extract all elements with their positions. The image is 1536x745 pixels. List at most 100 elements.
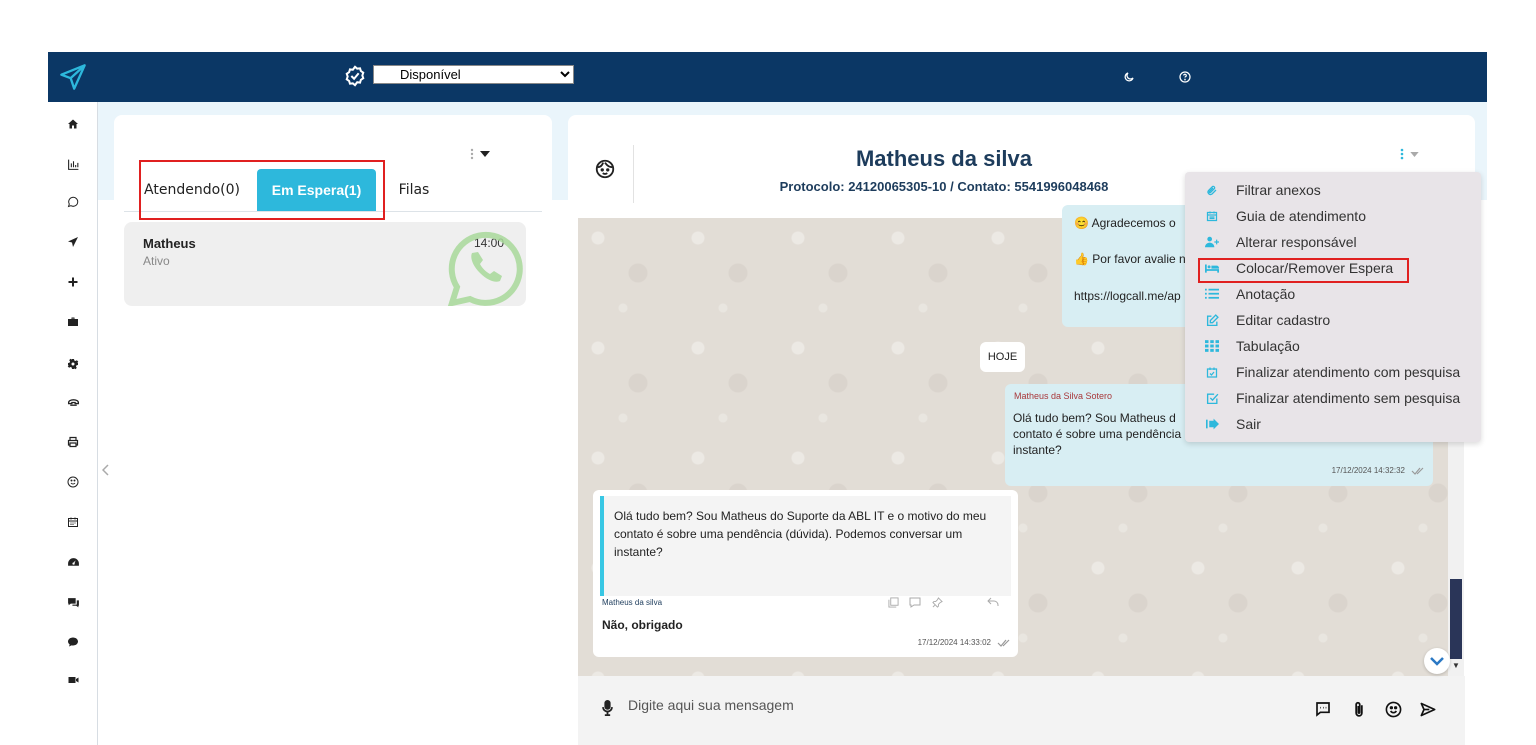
message-line: 😊 Agradecemos o <box>1074 216 1176 230</box>
quoted-message[interactable]: Olá tudo bem? Sou Matheus do Suporte da … <box>600 496 1011 596</box>
menu-item-sair[interactable]: Sair <box>1185 411 1481 437</box>
menu-item-colocar-remover-espera[interactable]: Colocar/Remover Espera <box>1185 255 1481 281</box>
message-square-icon <box>1316 702 1330 717</box>
message-actions <box>887 596 943 608</box>
calendar-icon <box>68 517 78 527</box>
menu-item-label: Editar cadastro <box>1236 312 1331 328</box>
check-square-icon <box>1205 391 1219 405</box>
comment-icon <box>909 597 921 608</box>
paperclip-icon <box>1355 701 1363 717</box>
messages-scrollbar-thumb[interactable] <box>1450 579 1462 659</box>
vertical-dots-icon <box>1400 148 1404 160</box>
menu-item-label: Guia de atendimento <box>1236 208 1366 224</box>
menu-item-guia-atendimento[interactable]: Guia de atendimento <box>1185 203 1481 229</box>
message-sender: Matheus da Silva Sotero <box>1014 391 1113 401</box>
chat-list-menu-button[interactable] <box>470 145 500 163</box>
message-sender: Matheus da silva <box>602 598 663 607</box>
emoji-smile-icon: 😊 <box>1074 216 1089 230</box>
message-timestamp: 17/12/2024 14:33:02 <box>918 638 1011 647</box>
whatsapp-icon <box>67 196 79 208</box>
quick-replies-button[interactable] <box>1313 699 1333 719</box>
list-icon <box>1205 287 1219 301</box>
moon-icon <box>1124 72 1134 82</box>
menu-item-filtrar-anexos[interactable]: Filtrar anexos <box>1185 177 1481 203</box>
help-button[interactable] <box>1175 67 1195 87</box>
contact-name: Matheus da silva <box>855 146 1033 171</box>
sidebar-item-campaigns[interactable] <box>48 230 98 254</box>
scroll-to-bottom-button[interactable] <box>1424 648 1450 674</box>
tab-filas[interactable]: Filas <box>398 169 430 211</box>
sidebar-item-whatsapp[interactable] <box>48 190 98 214</box>
sidebar <box>48 102 98 745</box>
attach-file-button[interactable] <box>1349 699 1369 719</box>
comment-button[interactable] <box>909 596 921 608</box>
sidebar-item-add[interactable] <box>48 270 98 294</box>
sidebar-item-chat[interactable] <box>48 630 98 654</box>
status-select[interactable]: Disponível <box>373 65 574 84</box>
dark-mode-button[interactable] <box>1119 67 1139 87</box>
menu-item-tabulacao[interactable]: Tabulação <box>1185 333 1481 359</box>
tab-em-espera[interactable]: Em Espera(1) <box>257 169 376 211</box>
sign-out-icon <box>1205 417 1219 431</box>
record-audio-button[interactable] <box>599 698 615 718</box>
message-timestamp: 17/12/2024 14:32:32 <box>1332 466 1425 475</box>
sidebar-item-print[interactable] <box>48 430 98 454</box>
menu-item-label: Sair <box>1236 416 1261 432</box>
reply-button[interactable] <box>987 596 999 608</box>
message-link[interactable]: https://logcall.me/ap <box>1074 289 1181 303</box>
menu-item-label: Finalizar atendimento sem pesquisa <box>1236 390 1461 406</box>
pin-button[interactable] <box>931 596 943 608</box>
grid-icon <box>1205 339 1219 353</box>
thumbs-up-icon: 👍 <box>1074 252 1089 266</box>
sidebar-item-video[interactable] <box>48 668 98 692</box>
bed-icon <box>1205 261 1219 275</box>
edit-icon <box>1205 313 1219 327</box>
message-line: 👍 Por favor avalie n <box>1074 252 1186 266</box>
message-bubble-incoming: Olá tudo bem? Sou Matheus do Suporte da … <box>593 490 1018 657</box>
message-text: Por favor avalie n <box>1092 252 1186 266</box>
menu-item-label: Filtrar anexos <box>1236 182 1321 198</box>
message-input[interactable] <box>628 690 1278 720</box>
sidebar-item-settings[interactable] <box>48 352 98 376</box>
contact-avatar-icon[interactable] <box>594 158 616 180</box>
sidebar-item-conversations[interactable] <box>48 590 98 614</box>
sidebar-item-dashboard[interactable] <box>48 550 98 574</box>
sidebar-item-reports[interactable] <box>48 152 98 176</box>
chevron-left-icon <box>102 464 109 476</box>
copy-icon <box>887 596 899 608</box>
protocol-line: Protocolo: 24120065305-10 / Contato: 554… <box>779 179 1109 194</box>
menu-item-label: Finalizar atendimento com pesquisa <box>1236 364 1461 380</box>
sidebar-item-briefcase[interactable] <box>48 310 98 334</box>
sidebar-item-calendar[interactable] <box>48 510 98 534</box>
sidebar-collapse-button[interactable] <box>98 446 114 494</box>
plus-icon <box>68 277 78 287</box>
paperclip-icon <box>1205 183 1219 197</box>
sidebar-item-phone[interactable] <box>48 390 98 414</box>
emoji-button[interactable] <box>1383 699 1403 719</box>
menu-item-alterar-responsavel[interactable]: Alterar responsável <box>1185 229 1481 255</box>
menu-item-anotacao[interactable]: Anotação <box>1185 281 1481 307</box>
message-time: 17/12/2024 14:33:02 <box>917 638 991 647</box>
comments-icon <box>67 597 79 607</box>
menu-item-label: Tabulação <box>1236 338 1300 354</box>
quoted-message-text: Olá tudo bem? Sou Matheus do Suporte da … <box>614 509 987 559</box>
menu-item-editar-cadastro[interactable]: Editar cadastro <box>1185 307 1481 333</box>
menu-item-finalizar-com-pesquisa[interactable]: Finalizar atendimento com pesquisa <box>1185 359 1481 385</box>
tab-atendendo[interactable]: Atendendo(0) <box>142 169 242 211</box>
pin-icon <box>931 596 943 608</box>
dashboard-icon <box>67 557 79 566</box>
logo[interactable] <box>48 52 98 102</box>
menu-item-finalizar-sem-pesquisa[interactable]: Finalizar atendimento sem pesquisa <box>1185 385 1481 411</box>
copy-button[interactable] <box>887 596 899 608</box>
sidebar-item-home[interactable] <box>48 112 98 136</box>
chart-icon <box>67 159 78 170</box>
microphone-icon <box>601 700 613 716</box>
chat-list-item[interactable]: Matheus Ativo 14:00 <box>124 222 526 306</box>
chat-actions-menu-button[interactable] <box>1400 145 1428 163</box>
top-bar: Disponível <box>48 52 1487 102</box>
gear-icon <box>67 358 79 370</box>
scrollbar-down-arrow[interactable]: ▼ <box>1451 662 1461 670</box>
sidebar-item-satisfaction[interactable] <box>48 470 98 494</box>
send-message-button[interactable] <box>1418 699 1438 719</box>
user-plus-icon <box>1205 235 1219 249</box>
